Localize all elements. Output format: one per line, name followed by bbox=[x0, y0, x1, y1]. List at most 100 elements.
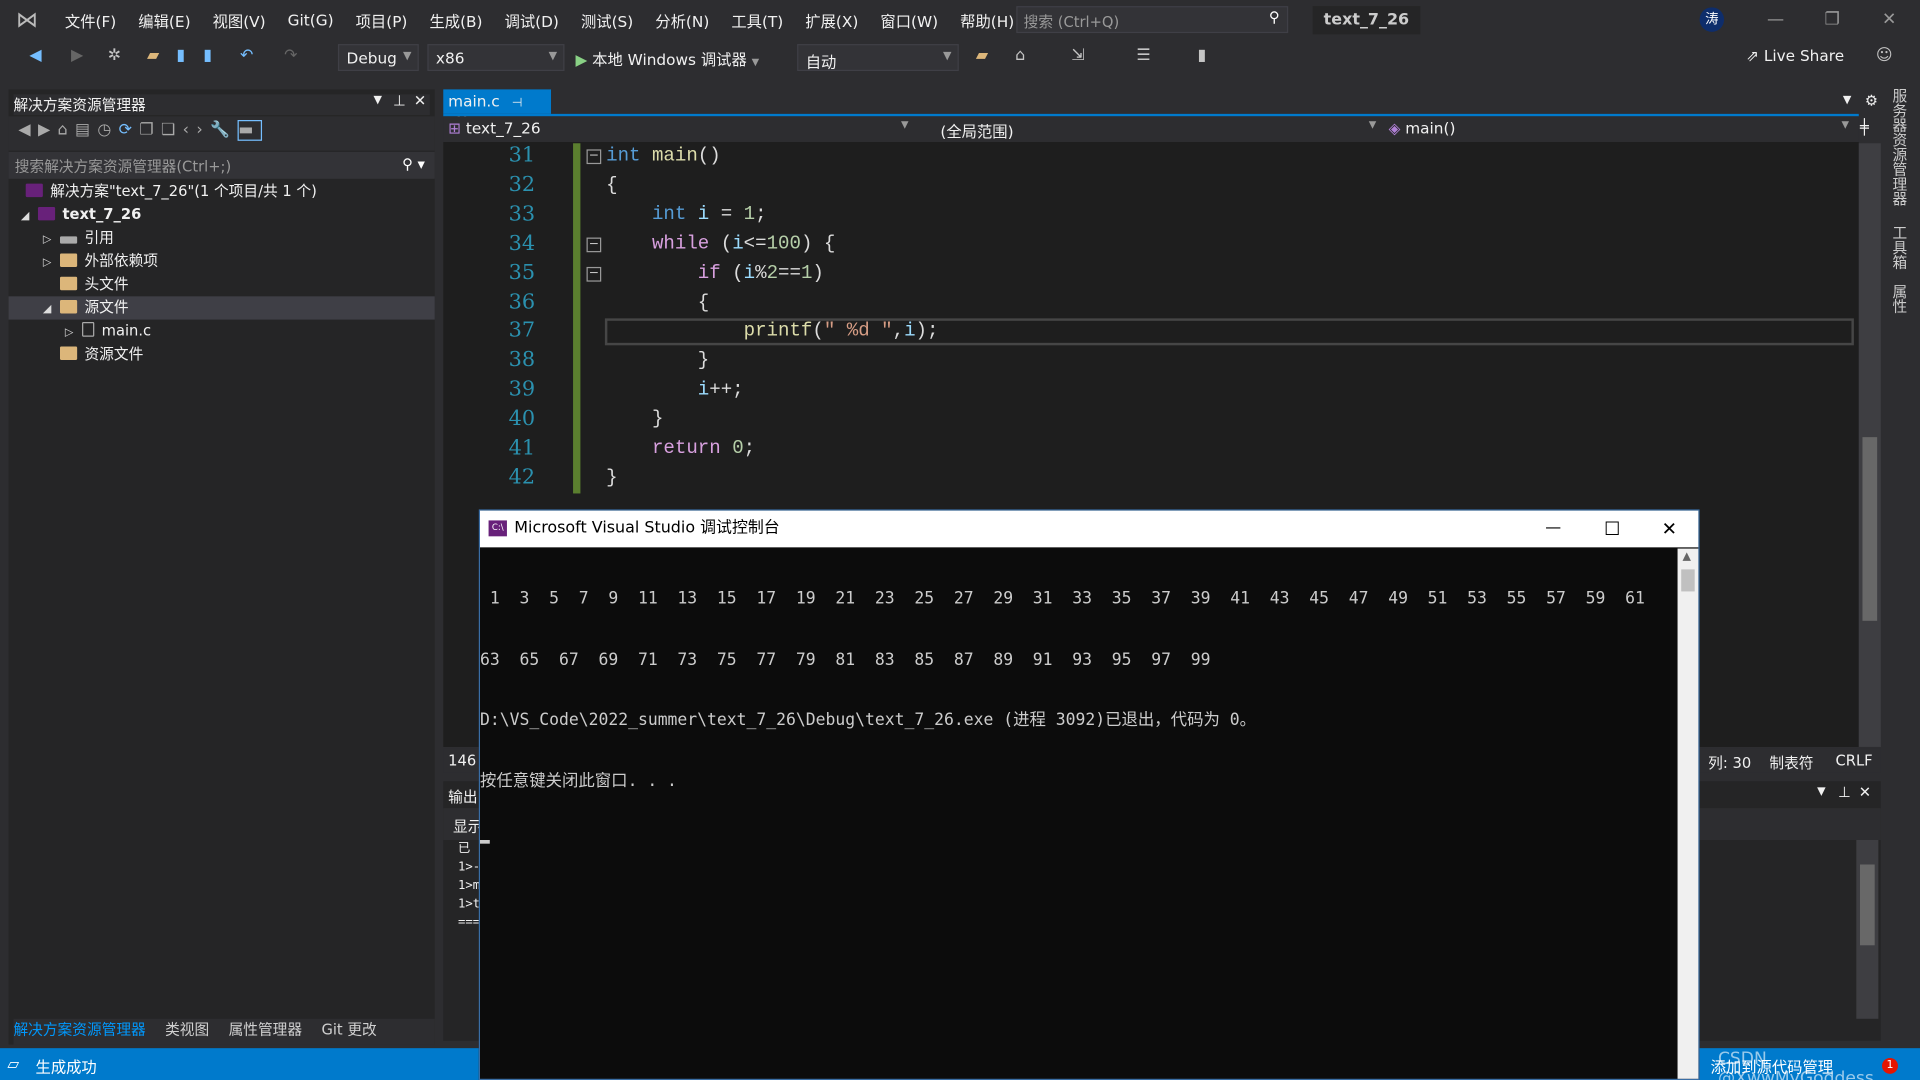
menu-file[interactable]: 文件(F) bbox=[54, 8, 127, 31]
menu-analyze[interactable]: 分析(N) bbox=[644, 8, 720, 31]
back-icon[interactable]: ◀ bbox=[18, 121, 38, 139]
tree-item-main-c[interactable]: ▷ main.c bbox=[65, 320, 151, 343]
tab-solution-explorer[interactable]: 解决方案资源管理器 bbox=[13, 1021, 145, 1038]
console-output[interactable]: 1 3 5 7 9 11 13 15 17 19 21 23 25 27 29 … bbox=[480, 549, 1678, 1079]
open-icon[interactable]: ▰ bbox=[147, 47, 159, 65]
notification-badge[interactable]: 1 bbox=[1882, 1057, 1898, 1074]
undo-icon[interactable]: ↶ bbox=[240, 47, 253, 65]
menu-project[interactable]: 项目(P) bbox=[345, 8, 419, 31]
live-share-button[interactable]: ⇗ Live Share bbox=[1746, 47, 1844, 65]
start-debugging-button[interactable]: ▶ 本地 Windows 调试器 ▼ bbox=[576, 47, 760, 70]
auto-select[interactable]: 自动 ▼ bbox=[797, 44, 959, 72]
bookmark-icon[interactable]: ▮ bbox=[1198, 47, 1207, 65]
debug-console-window: C:\ Microsoft Visual Studio 调试控制台 — ☐ ✕ … bbox=[478, 509, 1700, 1080]
home-icon[interactable]: ⌂ bbox=[1015, 47, 1025, 65]
solution-search-input[interactable]: 搜索解决方案资源管理器(Ctrl+;) ⚲ ▾ bbox=[8, 151, 435, 179]
output-scrollbar[interactable] bbox=[1856, 840, 1879, 1019]
tree-item-solution[interactable]: 解决方案"text_7_26"(1 个项目/共 1 个) bbox=[25, 180, 317, 203]
close-icon[interactable]: ✕ bbox=[1662, 511, 1677, 548]
tab-property-manager[interactable]: 属性管理器 bbox=[229, 1021, 302, 1038]
scroll-thumb[interactable] bbox=[1862, 437, 1878, 621]
split-icon[interactable]: ╪ bbox=[1860, 119, 1869, 136]
close-icon[interactable]: ✕ bbox=[1882, 10, 1896, 30]
line-ending[interactable]: CRLF bbox=[1836, 752, 1873, 769]
scroll-thumb[interactable] bbox=[1860, 864, 1875, 946]
dropdown-icon[interactable]: ▼ bbox=[1817, 786, 1825, 798]
tree-item-project[interactable]: ◢ text_7_26 bbox=[21, 203, 141, 226]
platform-select[interactable]: x86 ▼ bbox=[427, 44, 565, 72]
menu-debug[interactable]: 调试(D) bbox=[494, 8, 570, 31]
menu-extensions[interactable]: 扩展(X) bbox=[794, 8, 869, 31]
menu-tools[interactable]: 工具(T) bbox=[720, 8, 794, 31]
redo-icon[interactable]: ↷ bbox=[284, 47, 297, 65]
copy-icon[interactable]: ❏ bbox=[161, 121, 183, 139]
switch-view-icon[interactable]: ▤ bbox=[75, 121, 97, 139]
collapse-icon[interactable]: ❐ bbox=[139, 121, 161, 139]
tree-item-references[interactable]: ▷ 引用 bbox=[43, 227, 114, 250]
pin-icon[interactable]: ⊣ bbox=[512, 97, 523, 110]
minimize-icon[interactable]: — bbox=[1767, 10, 1784, 30]
collapse-outline-icon[interactable]: − bbox=[586, 149, 602, 165]
pin-icon[interactable]: ⊥ bbox=[393, 92, 406, 109]
history-icon[interactable]: ◷ bbox=[97, 121, 118, 139]
menu-window[interactable]: 窗口(W) bbox=[869, 8, 949, 31]
code-token: 1 bbox=[800, 261, 813, 284]
solution-explorer-title: 解决方案资源管理器 bbox=[13, 94, 430, 116]
collapse-outline-icon[interactable]: − bbox=[586, 237, 602, 252]
forward-icon[interactable]: ▶ bbox=[71, 47, 83, 65]
maximize-icon[interactable]: ☐ bbox=[1604, 511, 1620, 548]
scope-dropdown[interactable]: (全局范围) ▼ bbox=[916, 119, 1381, 142]
menu-help[interactable]: 帮助(H) bbox=[949, 8, 1025, 31]
menu-build[interactable]: 生成(B) bbox=[418, 8, 493, 31]
collapse-outline-icon[interactable]: − bbox=[586, 266, 602, 282]
code-token: } bbox=[606, 407, 664, 430]
menu-edit[interactable]: 编辑(E) bbox=[127, 8, 201, 31]
tree-item-header-files[interactable]: 头文件 bbox=[60, 273, 129, 296]
minimize-icon[interactable]: — bbox=[1545, 511, 1561, 548]
code-icon[interactable]: ‹› bbox=[183, 121, 210, 139]
code-line: { bbox=[606, 174, 617, 196]
menu-view[interactable]: 视图(V) bbox=[202, 8, 277, 31]
sync-icon[interactable]: ⟳ bbox=[119, 121, 140, 139]
preview-icon[interactable]: ▬ bbox=[237, 120, 263, 141]
menu-test[interactable]: 测试(S) bbox=[570, 8, 644, 31]
tab-main-c[interactable]: main.c ⊣ ✕ bbox=[443, 89, 552, 129]
tab-class-view[interactable]: 类视图 bbox=[165, 1021, 209, 1038]
side-tab-server-explorer[interactable]: 服务器资源管理器 bbox=[1889, 88, 1910, 206]
member-dropdown[interactable]: ◈ main() ▼ bbox=[1389, 119, 1854, 137]
restore-icon[interactable]: ❐ bbox=[1824, 10, 1839, 30]
step-icon[interactable]: ⇲ bbox=[1071, 47, 1084, 65]
close-icon[interactable]: ✕ bbox=[1859, 784, 1871, 801]
tree-item-resource-files[interactable]: 资源文件 bbox=[60, 343, 143, 366]
configuration-select[interactable]: Debug ▼ bbox=[337, 44, 419, 72]
save-icon[interactable]: ▮ bbox=[176, 47, 185, 65]
forward-icon[interactable]: ▶ bbox=[38, 121, 58, 139]
pin-icon[interactable]: ⊥ bbox=[1838, 784, 1851, 801]
console-scrollbar[interactable]: ▲ bbox=[1677, 548, 1699, 1079]
properties-icon[interactable]: 🔧 bbox=[210, 121, 237, 139]
gear-icon[interactable]: ⚙ bbox=[1865, 92, 1878, 109]
tree-item-external-deps[interactable]: ▷ 外部依赖项 bbox=[43, 250, 158, 273]
scroll-thumb[interactable] bbox=[1681, 569, 1695, 592]
tree-item-source-files[interactable]: ◢ 源文件 bbox=[8, 296, 435, 320]
editor-vertical-scrollbar[interactable] bbox=[1858, 143, 1881, 747]
scroll-up-icon[interactable]: ▲ bbox=[1682, 551, 1690, 563]
side-tab-toolbox[interactable]: 工具箱 bbox=[1889, 225, 1910, 269]
find-in-files-icon[interactable]: ▰ bbox=[976, 47, 988, 65]
indent-mode[interactable]: 制表符 bbox=[1769, 752, 1813, 773]
new-item-icon[interactable]: ✲ bbox=[108, 47, 121, 65]
avatar[interactable]: 涛 bbox=[1699, 7, 1725, 32]
home-icon[interactable]: ⌂ bbox=[58, 121, 75, 139]
side-tab-properties[interactable]: 属性 bbox=[1889, 284, 1910, 313]
close-icon[interactable]: ✕ bbox=[414, 92, 426, 109]
tab-list-icon[interactable]: ▼ bbox=[1843, 94, 1851, 106]
feedback-icon[interactable]: ☺ bbox=[1876, 47, 1893, 65]
search-input[interactable]: 搜索 (Ctrl+Q) ⚲ bbox=[1016, 6, 1289, 34]
project-dropdown[interactable]: ⊞ text_7_26 ▼ bbox=[448, 119, 913, 137]
back-icon[interactable]: ◀ bbox=[29, 47, 41, 65]
tab-git-changes[interactable]: Git 更改 bbox=[321, 1021, 376, 1038]
save-all-icon[interactable]: ▮ bbox=[203, 47, 212, 65]
dropdown-icon[interactable]: ▼ bbox=[373, 94, 381, 106]
menu-git[interactable]: Git(G) bbox=[277, 10, 345, 28]
comment-icon[interactable]: ☰ bbox=[1136, 47, 1150, 65]
